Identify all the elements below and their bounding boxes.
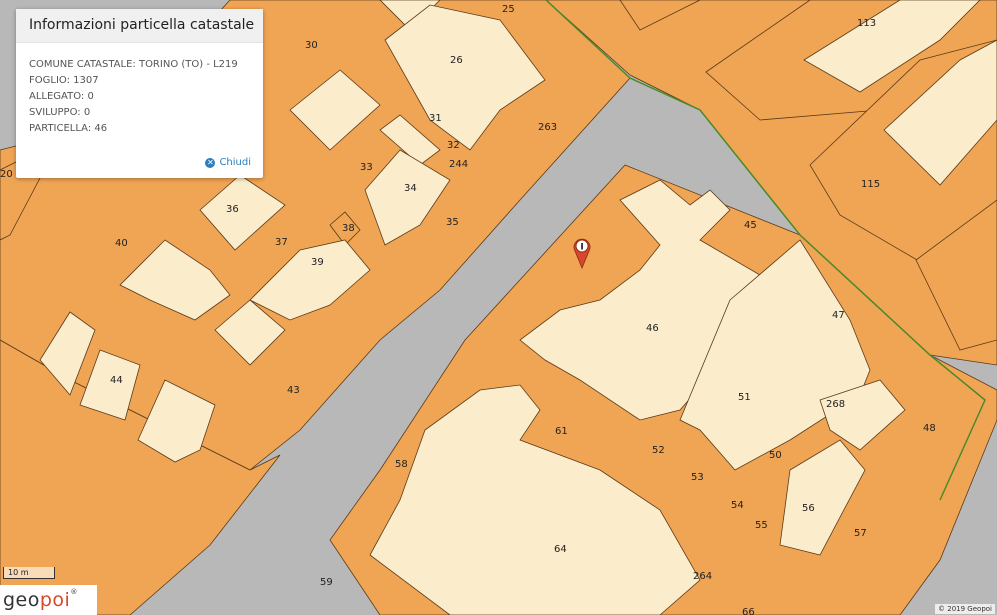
info-marker-icon[interactable]: I — [572, 237, 592, 269]
svg-text:32: 32 — [447, 140, 460, 151]
svg-text:268: 268 — [826, 399, 845, 410]
svg-text:25: 25 — [502, 4, 515, 15]
attribution: © 2019 Geopoi — [935, 604, 995, 614]
svg-text:115: 115 — [861, 179, 880, 190]
svg-text:30: 30 — [305, 40, 318, 51]
svg-text:66: 66 — [742, 607, 755, 615]
logo-text-a: geo — [3, 589, 40, 611]
geopoi-logo: geopoi® — [0, 585, 97, 615]
close-button[interactable]: ✕ Chiudi — [205, 157, 251, 168]
popup-body: COMUNE CATASTALE: TORINO (TO) - L219 FOG… — [16, 43, 263, 137]
info-row-comune: COMUNE CATASTALE: TORINO (TO) - L219 — [29, 59, 238, 70]
info-row-allegato: ALLEGATO: 0 — [29, 91, 94, 102]
svg-text:52: 52 — [652, 445, 665, 456]
popup-title: Informazioni particella catastale — [16, 9, 263, 43]
svg-text:55: 55 — [755, 520, 768, 531]
marker-letter: I — [580, 243, 583, 253]
svg-text:64: 64 — [554, 544, 567, 555]
svg-text:61: 61 — [555, 426, 568, 437]
svg-text:50: 50 — [769, 450, 782, 461]
svg-text:48: 48 — [923, 423, 936, 434]
close-label: Chiudi — [219, 157, 251, 168]
svg-text:38: 38 — [342, 223, 355, 234]
svg-text:34: 34 — [404, 183, 417, 194]
svg-text:58: 58 — [395, 459, 408, 470]
logo-text-b: poi — [39, 589, 71, 611]
svg-text:244: 244 — [449, 159, 468, 170]
svg-text:113: 113 — [857, 18, 876, 29]
svg-text:47: 47 — [832, 310, 845, 321]
svg-text:51: 51 — [738, 392, 751, 403]
info-row-sviluppo: SVILUPPO: 0 — [29, 107, 91, 118]
svg-text:33: 33 — [360, 162, 373, 173]
svg-text:39: 39 — [311, 257, 324, 268]
svg-text:43: 43 — [287, 385, 300, 396]
info-row-foglio: FOGLIO: 1307 — [29, 75, 99, 86]
svg-text:53: 53 — [691, 472, 704, 483]
svg-text:57: 57 — [854, 528, 867, 539]
svg-text:54: 54 — [731, 500, 744, 511]
logo-mark: ® — [70, 588, 78, 596]
svg-text:264: 264 — [693, 571, 712, 582]
scale-bar: 10 m — [3, 567, 55, 579]
svg-text:59: 59 — [320, 577, 333, 588]
svg-text:37: 37 — [275, 237, 288, 248]
svg-text:35: 35 — [446, 217, 459, 228]
svg-text:36: 36 — [226, 204, 239, 215]
close-icon: ✕ — [205, 157, 216, 168]
info-row-particella: PARTICELLA: 46 — [29, 123, 108, 134]
svg-text:44: 44 — [110, 375, 123, 386]
svg-text:40: 40 — [115, 238, 128, 249]
svg-text:46: 46 — [646, 323, 659, 334]
svg-text:31: 31 — [429, 113, 442, 124]
parcel-info-popup: Informazioni particella catastale COMUNE… — [16, 9, 263, 178]
svg-text:263: 263 — [538, 122, 557, 133]
svg-text:26: 26 — [450, 55, 463, 66]
svg-text:56: 56 — [802, 503, 815, 514]
svg-text:20: 20 — [0, 169, 13, 180]
svg-text:45: 45 — [744, 220, 757, 231]
scale-label: 10 m — [8, 568, 29, 577]
